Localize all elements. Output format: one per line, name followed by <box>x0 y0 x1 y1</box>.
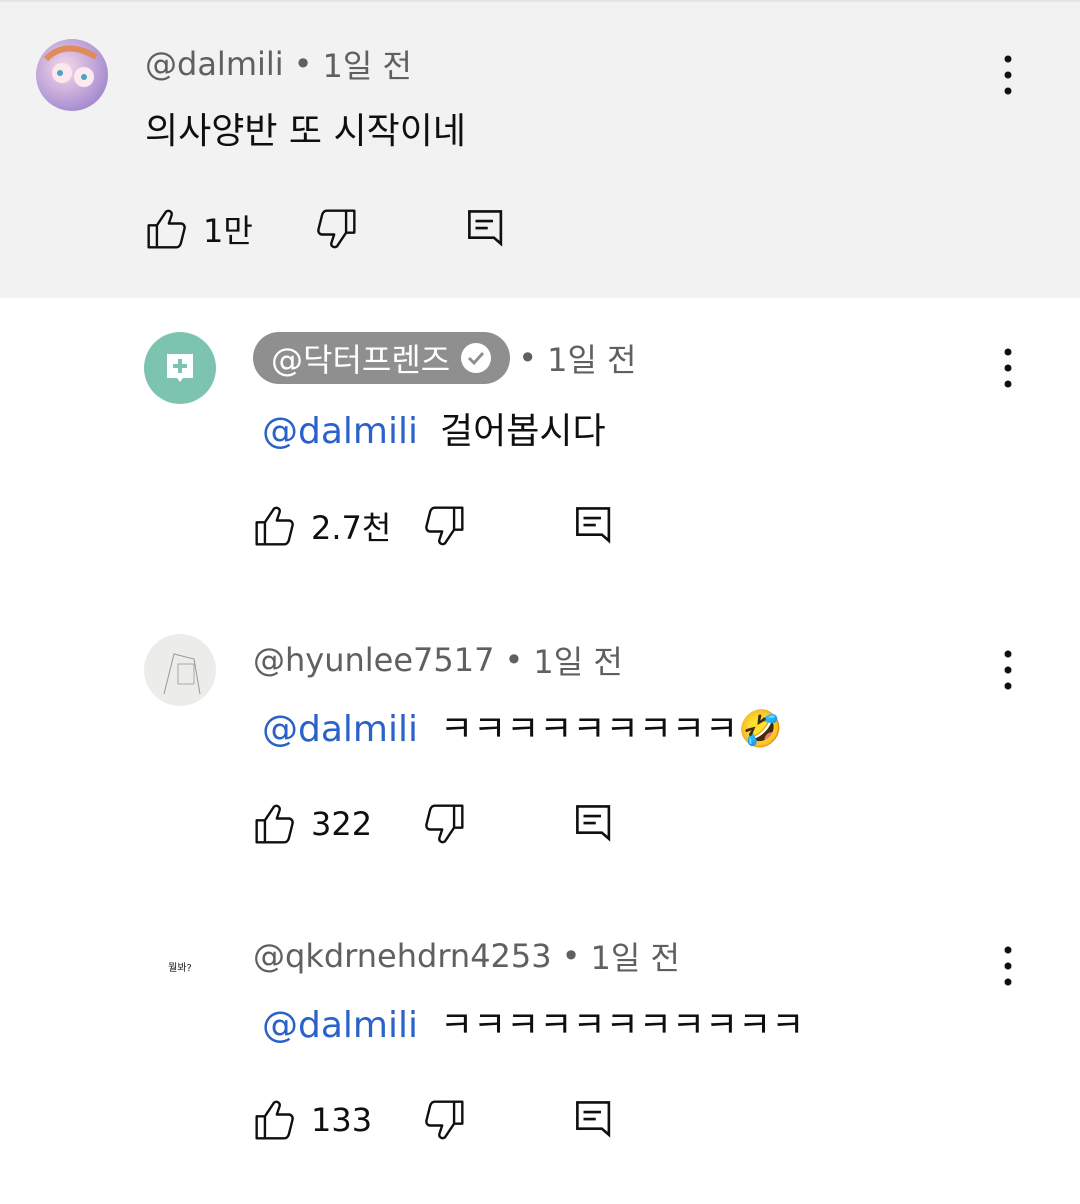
separator: • <box>561 937 581 975</box>
timestamp: 1일 전 <box>322 47 412 85</box>
like-count: 1만 <box>203 212 253 250</box>
reply-button[interactable] <box>573 1095 615 1143</box>
thumbs-down-icon <box>314 207 358 251</box>
more-options-icon[interactable] <box>998 344 1018 392</box>
thumbs-down-icon <box>422 1098 466 1142</box>
author-name[interactable]: @dalmili <box>145 45 284 83</box>
like-button[interactable]: 1만 <box>145 205 253 253</box>
reply-button[interactable] <box>573 501 615 549</box>
sketch-avatar-icon <box>163 653 201 695</box>
timestamp: 1일 전 <box>547 341 637 379</box>
reply-icon <box>573 799 615 847</box>
reply-comment: @hyunlee7517 • 1일 전 @dalmili ㅋㅋㅋㅋㅋㅋㅋㅋㅋ🤣 3… <box>0 596 1080 892</box>
comment-text: 걸어봅시다 <box>440 411 606 452</box>
avatar-text: 뭘봐? <box>168 962 192 974</box>
separator: • <box>504 641 524 679</box>
reply-button[interactable] <box>573 799 615 847</box>
separator: • <box>293 45 313 83</box>
like-count: 133 <box>311 1101 373 1139</box>
reply-button[interactable] <box>465 204 507 252</box>
avatar[interactable] <box>144 634 216 706</box>
dislike-button[interactable] <box>422 1096 466 1144</box>
thumbs-up-icon <box>253 802 297 846</box>
avatar[interactable] <box>36 39 108 111</box>
mention-link[interactable]: @dalmili <box>262 411 418 452</box>
comment-text: ㅋㅋㅋㅋㅋㅋㅋㅋㅋ🤣 <box>440 709 783 750</box>
like-count: 2.7천 <box>311 509 392 547</box>
dislike-button[interactable] <box>314 205 358 253</box>
mention-link[interactable]: @dalmili <box>262 1005 418 1046</box>
reply-icon <box>573 1095 615 1143</box>
like-button[interactable]: 133 <box>253 1096 372 1144</box>
reply-comment: @닥터프렌즈 • 1일 전 @dalmili 걸어봅시다 2.7천 <box>0 298 1080 594</box>
comment: @dalmili • 1일 전 의사양반 또 시작이네 1만 <box>0 0 1080 296</box>
mention-link[interactable]: @dalmili <box>262 709 418 750</box>
more-options-icon[interactable] <box>998 51 1018 99</box>
more-options-icon[interactable] <box>998 646 1018 694</box>
author-name[interactable]: @hyunlee7517 <box>253 641 494 679</box>
medical-chat-icon <box>167 354 193 382</box>
thumbs-up-icon <box>253 504 297 548</box>
anime-avatar-icon <box>43 45 98 87</box>
verified-check-icon <box>461 343 492 373</box>
reply-icon <box>465 204 507 252</box>
thumbs-down-icon <box>422 802 466 846</box>
reply-comment: 뭘봐? @qkdrnehdrn4253 • 1일 전 @dalmili ㅋㅋㅋㅋㅋ… <box>0 892 1080 1188</box>
comment-text: ㅋㅋㅋㅋㅋㅋㅋㅋㅋㅋㅋ <box>440 1005 805 1046</box>
author-name: @닥터프렌즈 <box>271 341 451 379</box>
thumbs-up-icon <box>253 1098 297 1142</box>
like-button[interactable]: 322 <box>253 800 372 848</box>
comment-text: 의사양반 또 시작이네 <box>145 111 466 152</box>
author-name[interactable]: @qkdrnehdrn4253 <box>253 937 552 975</box>
thumbs-down-icon <box>422 504 466 548</box>
like-button[interactable]: 2.7천 <box>253 502 391 550</box>
creator-badge[interactable]: @닥터프렌즈 <box>253 332 511 384</box>
separator: • <box>518 339 538 377</box>
more-options-icon[interactable] <box>998 942 1018 990</box>
avatar[interactable]: 뭘봐? <box>144 930 216 1002</box>
timestamp: 1일 전 <box>590 939 680 977</box>
reply-icon <box>573 501 615 549</box>
avatar[interactable] <box>144 332 216 404</box>
timestamp: 1일 전 <box>533 643 623 681</box>
thumbs-up-icon <box>145 207 189 251</box>
dislike-button[interactable] <box>422 800 466 848</box>
dislike-button[interactable] <box>422 502 466 550</box>
like-count: 322 <box>311 805 373 843</box>
